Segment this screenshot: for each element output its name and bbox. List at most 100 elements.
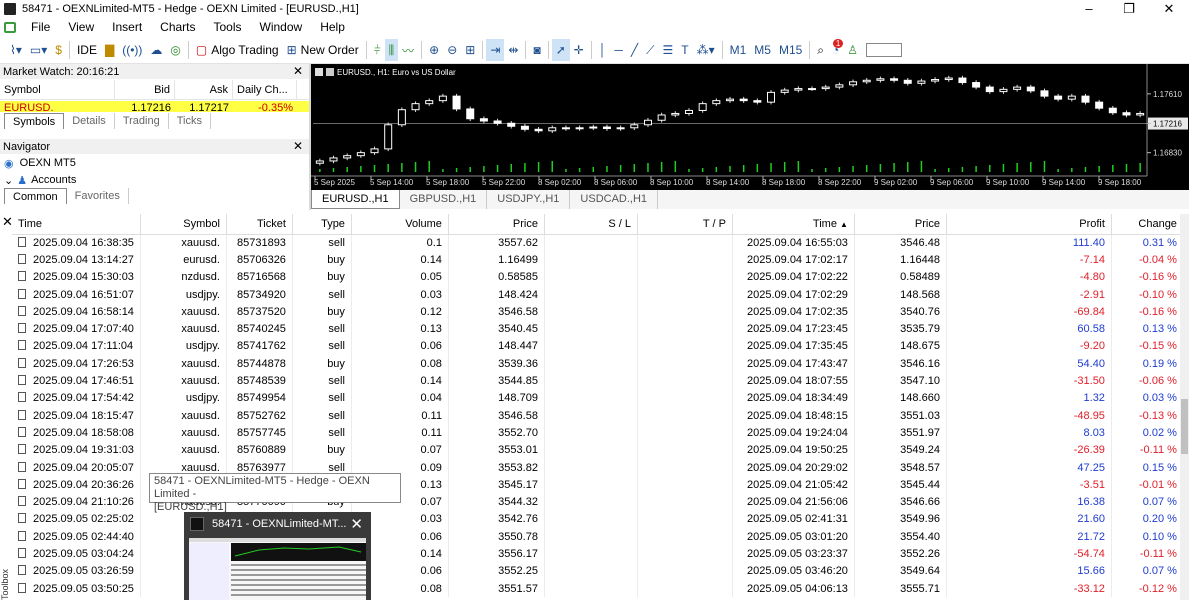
chart-shift-icon[interactable]: ⇹: [504, 39, 522, 61]
table-scrollbar[interactable]: [1180, 214, 1189, 600]
tab-favorites[interactable]: Favorites: [67, 188, 129, 204]
tab-common[interactable]: Common: [4, 188, 67, 204]
col-symbol[interactable]: Symbol: [140, 214, 227, 235]
menu-window[interactable]: Window: [251, 17, 312, 37]
col-profit[interactable]: Profit: [946, 214, 1112, 235]
tab-trading[interactable]: Trading: [115, 113, 169, 129]
col-type[interactable]: Type: [292, 214, 352, 235]
cursor-icon[interactable]: ➚: [551, 39, 570, 61]
table-row[interactable]: 2025.09.04 17:46:51 xauusd. 85748539 sell 0.…: [12, 372, 1184, 390]
col-ask[interactable]: Ask: [175, 79, 233, 100]
nav-item-oexn[interactable]: ◉ OEXN MT5: [4, 155, 76, 171]
time-label: 8 Sep 18:00: [762, 178, 806, 187]
close-button[interactable]: ✕: [1149, 0, 1189, 17]
money-icon[interactable]: $: [51, 39, 66, 61]
search-input[interactable]: [862, 39, 906, 61]
menu-insert[interactable]: Insert: [103, 17, 151, 37]
chart-tab-gbpusd[interactable]: GBPUSD.,H1: [400, 190, 488, 209]
zoom-in-icon[interactable]: ⊕: [425, 39, 443, 61]
table-row[interactable]: 2025.09.04 15:30:03 nzdusd. 85716568 buy 0.0…: [12, 268, 1184, 286]
col-ticket[interactable]: Ticket: [226, 214, 293, 235]
table-row[interactable]: 2025.09.04 17:26:53 xauusd. 85744878 buy 0.0…: [12, 355, 1184, 373]
crosshair-icon[interactable]: ✛: [570, 39, 588, 61]
algo-trading-button[interactable]: ▢ Algo Trading: [192, 39, 283, 61]
timeframe-m5[interactable]: M5: [750, 39, 775, 61]
menu-help[interactable]: Help: [311, 17, 354, 37]
col-change[interactable]: Change: [1111, 214, 1184, 235]
table-row[interactable]: 2025.09.04 16:51:07 usdjpy. 85734920 sell 0.…: [12, 285, 1184, 304]
col-bid[interactable]: Bid: [115, 79, 175, 100]
tab-ticks[interactable]: Ticks: [169, 113, 211, 129]
bar-chart-icon[interactable]: ⫩: [370, 39, 385, 61]
chart-type-icon[interactable]: ⌇▾: [6, 39, 26, 61]
col-close-time[interactable]: Time ▲: [732, 214, 855, 235]
menu-tools[interactable]: Tools: [205, 17, 251, 37]
table-row[interactable]: 2025.09.04 18:15:47 xauusd. 85752762 sell 0.…: [12, 406, 1184, 425]
table-row[interactable]: 2025.09.04 17:07:40 xauusd. 85740245 sell 0.…: [12, 320, 1184, 338]
restore-button[interactable]: ❐: [1109, 0, 1149, 17]
autoscroll-icon[interactable]: ⇥: [486, 39, 505, 61]
cell-value: 21.60: [1077, 513, 1105, 526]
scrollbar-thumb[interactable]: [1181, 399, 1188, 454]
table-row[interactable]: 2025.09.04 16:58:14 xauusd. 85737520 buy 0.1…: [12, 303, 1184, 321]
timeframe-m1[interactable]: M1: [726, 39, 751, 61]
cell-change: -0.11 %: [1111, 441, 1184, 459]
table-row[interactable]: 2025.09.04 13:14:27 eurusd. 85706326 buy 0.1…: [12, 251, 1184, 269]
menu-charts[interactable]: Charts: [151, 17, 204, 37]
horizontal-line-icon[interactable]: ─: [610, 39, 627, 61]
chart-tab-usdcad[interactable]: USDCAD.,H1: [570, 190, 659, 209]
trendline-icon[interactable]: ╱: [627, 39, 642, 61]
shapes-icon[interactable]: ⁂▾: [693, 39, 719, 61]
search-icon[interactable]: ⌕: [813, 39, 828, 61]
tools-icon[interactable]: ⟋: [642, 39, 658, 61]
minimize-button[interactable]: –: [1069, 0, 1109, 17]
taskbar-thumbnail[interactable]: 58471 - OEXNLimited-MT... ✕: [184, 512, 371, 600]
chart-canvas[interactable]: 1.17610 1.17216 1.16830 5 Sep 2025 5 Sep 14:…: [311, 64, 1189, 190]
col-sl[interactable]: S / L: [544, 214, 638, 235]
tab-details[interactable]: Details: [64, 113, 115, 129]
col-open-time[interactable]: Time: [12, 214, 141, 235]
market-watch-row[interactable]: EURUSD. 1.17216 1.17217 -0.35%: [0, 101, 309, 112]
vps-icon[interactable]: ◎: [166, 39, 184, 61]
col-daily-change[interactable]: Daily Ch...: [233, 79, 297, 100]
lock-icon[interactable]: ▇: [101, 39, 118, 61]
ide-button[interactable]: IDE: [73, 39, 101, 61]
thumbnail-close-icon[interactable]: ✕: [350, 515, 363, 533]
new-order-button[interactable]: ⊞ New Order: [283, 39, 363, 61]
tab-symbols[interactable]: Symbols: [4, 113, 65, 129]
nav-item-accounts[interactable]: ⌄ ♟ Accounts: [4, 172, 76, 188]
col-tp[interactable]: T / P: [637, 214, 733, 235]
screenshot-icon[interactable]: ◙: [529, 39, 544, 61]
zoom-out-icon[interactable]: ⊖: [443, 39, 461, 61]
menu-view[interactable]: View: [59, 17, 103, 37]
vertical-line-icon[interactable]: │: [595, 39, 611, 61]
line-chart-icon[interactable]: 〰: [398, 39, 418, 61]
template-icon[interactable]: ▭▾: [26, 39, 51, 61]
grid-icon[interactable]: ⊞: [461, 39, 479, 61]
menu-file[interactable]: File: [22, 17, 59, 37]
fibonacci-icon[interactable]: ☰: [658, 39, 677, 61]
chart-tab-usdjpy[interactable]: USDJPY.,H1: [487, 190, 571, 209]
table-row[interactable]: 2025.09.04 19:31:03 xauusd. 85760889 buy 0.0…: [12, 441, 1184, 459]
signal-icon[interactable]: ((•)): [118, 39, 146, 61]
table-row[interactable]: 2025.09.04 17:54:42 usdjpy. 85749954 sell 0.…: [12, 389, 1184, 407]
notifications-icon[interactable]: ◔ 1: [828, 39, 844, 61]
cell-value: 1.16499: [498, 253, 538, 266]
market-watch-close-icon[interactable]: ✕: [293, 64, 303, 78]
table-row[interactable]: 2025.09.04 18:58:08 xauusd. 85757745 sell 0.…: [12, 424, 1184, 442]
table-row[interactable]: 2025.09.04 16:38:35 xauusd. 85731893 sell 0.…: [12, 234, 1184, 252]
timeframe-m15[interactable]: M15: [775, 39, 806, 61]
table-row[interactable]: 2025.09.04 17:11:04 usdjpy. 85741762 sell 0.…: [12, 337, 1184, 356]
navigator-close-icon[interactable]: ✕: [293, 139, 303, 153]
candle-chart-icon[interactable]: ⫼: [384, 39, 399, 61]
col-symbol[interactable]: Symbol: [0, 79, 115, 100]
price-chart[interactable]: 1.17610 1.17216 1.16830 5 Sep 2025 5 Sep 14:…: [311, 64, 1189, 190]
col-close-price[interactable]: Price: [854, 214, 947, 235]
account-icon[interactable]: ♙: [843, 39, 862, 61]
deal-icon: [18, 513, 26, 524]
cloud-icon[interactable]: ☁: [146, 39, 166, 61]
chart-tab-eurusd[interactable]: EURUSD.,H1: [311, 190, 400, 209]
col-open-price[interactable]: Price: [448, 214, 545, 235]
text-icon[interactable]: T: [677, 39, 692, 61]
col-volume[interactable]: Volume: [351, 214, 449, 235]
